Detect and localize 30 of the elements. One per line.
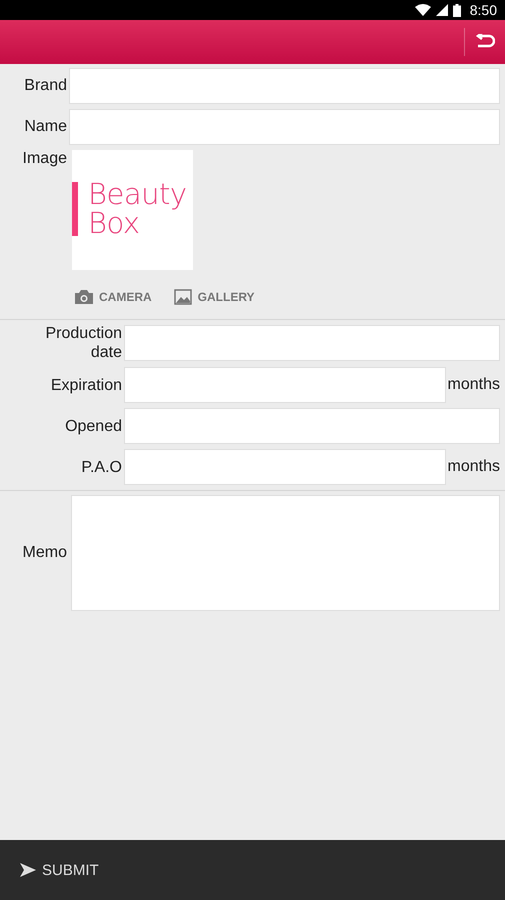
camera-icon	[75, 290, 93, 304]
text-field[interactable]	[69, 68, 500, 104]
field-label: P.A.O	[81, 458, 122, 476]
text-field[interactable]	[124, 325, 500, 361]
logo-text: Beauty Box	[88, 180, 187, 238]
wifi-icon	[414, 4, 431, 16]
gallery-button[interactable]: GALLERY	[174, 289, 255, 305]
camera-button[interactable]: CAMERA	[75, 289, 152, 305]
unit-label: months	[448, 376, 500, 394]
text-field[interactable]	[69, 109, 500, 145]
logo-bar-icon	[72, 182, 78, 236]
text-field[interactable]	[124, 367, 446, 403]
text-field[interactable]	[124, 449, 446, 485]
memo-field[interactable]	[71, 495, 500, 611]
field-label: Image	[22, 150, 68, 168]
gallery-icon	[174, 289, 192, 305]
signal-icon	[436, 4, 448, 16]
text-field[interactable]	[124, 408, 500, 444]
field-label: Memo	[22, 544, 68, 562]
field-label: Expiration	[50, 376, 122, 394]
field-label: Production date	[44, 324, 122, 362]
back-icon	[475, 34, 495, 50]
battery-icon	[452, 4, 461, 16]
status-time: 8:50	[470, 2, 497, 18]
field-label: Name	[23, 118, 68, 136]
field-label: Brand	[23, 77, 68, 95]
send-icon	[20, 863, 36, 877]
field-label: Opened	[65, 416, 122, 436]
unit-label: months	[448, 458, 500, 476]
submit-button[interactable]: SUBMIT	[14, 860, 105, 880]
